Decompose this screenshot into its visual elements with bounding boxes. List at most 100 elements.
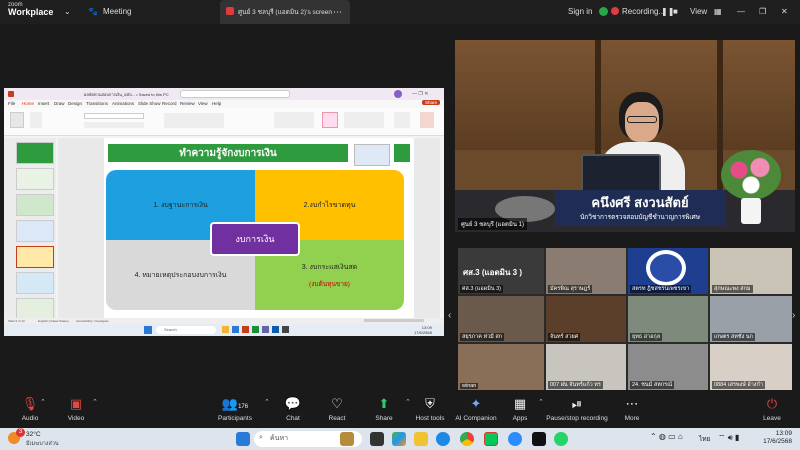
ribbon-tab-home[interactable]: Home bbox=[22, 101, 34, 106]
status-accessibility[interactable]: Accessibility: Investigate bbox=[76, 319, 109, 323]
active-speaker-video[interactable]: คนึงศรี สงวนสัตย์ นักวิชาการตรวจสอบบัญชี… bbox=[455, 40, 795, 232]
gallery-prev-icon[interactable]: ‹ bbox=[448, 310, 451, 321]
ribbon-tab-transitions[interactable]: Transitions bbox=[86, 101, 108, 106]
participant-tile[interactable]: มัครพิณ สุราษฎร์ bbox=[546, 248, 626, 294]
slide-thumb-3[interactable] bbox=[16, 194, 54, 216]
slide-thumb-1[interactable] bbox=[16, 142, 54, 164]
task-view-icon[interactable] bbox=[370, 432, 384, 446]
participant-tile[interactable]: 0884 เสรพงษ์ อ้างกำ bbox=[710, 344, 792, 390]
view-button[interactable]: View bbox=[690, 7, 707, 16]
more-options-icon[interactable]: ⋯ bbox=[333, 7, 342, 18]
chrome-icon[interactable] bbox=[460, 432, 474, 446]
line-icon[interactable] bbox=[484, 432, 498, 446]
participant-tile[interactable]: สุกษณะพง สกม bbox=[710, 248, 792, 294]
new-slide-icon[interactable] bbox=[30, 112, 42, 128]
meeting-label[interactable]: Meeting bbox=[103, 7, 131, 16]
weather-desc[interactable]: มีเมฆบางส่วน bbox=[26, 440, 59, 448]
ribbon-tab-view[interactable]: View bbox=[198, 101, 208, 106]
capcut-icon[interactable] bbox=[532, 432, 546, 446]
clock-time: 13:09 bbox=[775, 430, 792, 437]
editing-group[interactable] bbox=[394, 112, 410, 128]
paste-icon[interactable] bbox=[10, 112, 24, 128]
ppt-search-box[interactable] bbox=[180, 90, 290, 98]
addins-icon[interactable] bbox=[420, 112, 434, 128]
ribbon-tab-slideshow[interactable]: Slide Show bbox=[138, 101, 161, 106]
minimize-icon[interactable]: — bbox=[737, 7, 745, 16]
zoom-app-icon[interactable] bbox=[508, 432, 522, 446]
ribbon-tab-record[interactable]: Record bbox=[162, 101, 177, 106]
ppt-user-avatar[interactable] bbox=[394, 90, 402, 98]
ribbon-tab-review[interactable]: Review bbox=[180, 101, 195, 106]
input-language[interactable]: ไทย bbox=[699, 434, 710, 444]
participant-tile[interactable]: winan bbox=[458, 344, 544, 390]
weather-temp[interactable]: 32°C bbox=[26, 431, 41, 438]
sign-in-link[interactable]: Sign in bbox=[568, 7, 592, 16]
stop-recording-icon[interactable]: ■ bbox=[673, 7, 678, 16]
ribbon-tab-draw[interactable]: Draw bbox=[54, 101, 65, 106]
participant-tile[interactable]: ศส.3 (แอดมิน 3 ) ศส.3 (แอดมิน 3) bbox=[458, 248, 544, 294]
ppt-window-controls[interactable]: — ❐ ✕ bbox=[412, 91, 428, 97]
quad-cash-flow-label: 3. งบกระแสเงินสด bbox=[301, 263, 358, 271]
gallery-next-icon[interactable]: › bbox=[792, 310, 795, 321]
more-button[interactable]: ⋯ More bbox=[602, 396, 662, 422]
ppt-title-bar: ผลบัดทวนสอบการเงิน_ฉบับ... • Saved to th… bbox=[4, 88, 444, 100]
zoom-slider[interactable] bbox=[364, 319, 424, 322]
participant-tile[interactable]: จันทร์ สวยศ bbox=[546, 296, 626, 342]
paragraph-group[interactable] bbox=[164, 113, 224, 128]
edge-icon[interactable] bbox=[436, 432, 450, 446]
slide-thumb-6[interactable] bbox=[16, 272, 54, 294]
participant-tile[interactable]: สยุรภาค ห่วมี สก bbox=[458, 296, 544, 342]
participants-button[interactable]: 👥176 Participants bbox=[205, 396, 265, 422]
slide-thumb-4[interactable] bbox=[16, 220, 54, 242]
view-grid-icon[interactable]: ▦ bbox=[714, 7, 722, 16]
file-explorer-icon[interactable] bbox=[414, 432, 428, 446]
whatsapp-icon[interactable] bbox=[554, 432, 568, 446]
arrange-icon[interactable] bbox=[322, 112, 338, 128]
more-icon: ⋯ bbox=[625, 396, 639, 411]
share-tab-icon bbox=[226, 7, 234, 15]
shared-screen-tab[interactable]: ศูนย์ 3 ชลบุรี (แอดมิน 2)'s screen bbox=[220, 0, 350, 24]
copilot-icon[interactable] bbox=[392, 432, 406, 446]
shared-screen[interactable]: ผลบัดทวนสอบการเงิน_ฉบับ... • Saved to th… bbox=[4, 88, 444, 336]
maximize-icon[interactable]: ❐ bbox=[759, 7, 766, 16]
start-windows-icon[interactable] bbox=[236, 432, 250, 446]
brand-chevron-icon[interactable]: ⌄ bbox=[64, 7, 71, 16]
leave-button[interactable]: ⏻ Leave bbox=[744, 396, 800, 422]
video-options-icon[interactable]: ⌃ bbox=[92, 398, 98, 406]
drawing-group[interactable] bbox=[344, 112, 384, 128]
slide-title-accent bbox=[394, 144, 410, 162]
quad-notes-label: 4. หมายเหตุประกอบงบการเงิน bbox=[134, 271, 227, 279]
recording-status[interactable]: Recording... bbox=[622, 7, 665, 16]
participant-tile[interactable]: เกษตร สหชัง นก bbox=[710, 296, 792, 342]
taskbar-clock[interactable]: 13:09 17/6/2568 bbox=[760, 430, 792, 446]
audio-options-icon[interactable]: ⌃ bbox=[40, 398, 46, 406]
wifi-volume-icons[interactable]: ⌔ 🔊︎ ▮ bbox=[718, 433, 739, 443]
slide-thumb-2[interactable] bbox=[16, 168, 54, 190]
slide-center-box: งบการเงิน bbox=[210, 222, 300, 256]
vase bbox=[741, 198, 761, 224]
ppt-share-button[interactable]: Share bbox=[422, 100, 441, 105]
ribbon-tab-file[interactable]: File bbox=[8, 101, 15, 106]
shapes-gallery[interactable] bbox=[274, 112, 314, 128]
ribbon-tab-help[interactable]: Help bbox=[212, 101, 221, 106]
font-name-box[interactable] bbox=[84, 113, 144, 119]
ribbon-tab-design[interactable]: Design bbox=[68, 101, 82, 106]
slide-canvas: ทำความรู้จักงบการเงิน 1. งบฐานะการเงิน 2… bbox=[58, 138, 440, 318]
participant-tile[interactable]: ยุทธ อ่าอกุล bbox=[628, 296, 708, 342]
tray-icons[interactable]: ⌃ ◍ ▭ ⌂ bbox=[650, 432, 683, 441]
ppt-file-title: ผลบัดทวนสอบการเงิน_ฉบับ... • Saved to th… bbox=[84, 92, 169, 97]
slide-thumb-5[interactable] bbox=[16, 246, 54, 268]
slide[interactable]: ทำความรู้จักงบการเงิน 1. งบฐานะการเงิน 2… bbox=[104, 138, 414, 318]
more-label: More bbox=[624, 415, 640, 422]
participant-tile[interactable]: 24. ชนม์ สหกรณ์ bbox=[628, 344, 708, 390]
font-format-buttons[interactable] bbox=[84, 122, 144, 128]
status-language[interactable]: English (United States) bbox=[38, 319, 69, 323]
ribbon-tab-animations[interactable]: Animations bbox=[112, 101, 134, 106]
participant-tile[interactable]: สตรท ฎิชสชรนเพชรเขา bbox=[628, 248, 708, 294]
ribbon-tab-insert[interactable]: Insert bbox=[38, 101, 49, 106]
slide-thumb-7[interactable] bbox=[16, 298, 54, 320]
participant-tile[interactable]: 007 ฝน จันทร์แก้ว ทร bbox=[546, 344, 626, 390]
search-highlight-icon[interactable] bbox=[340, 432, 354, 446]
security-shield-icon[interactable] bbox=[599, 7, 608, 16]
close-icon[interactable]: ✕ bbox=[781, 7, 788, 16]
